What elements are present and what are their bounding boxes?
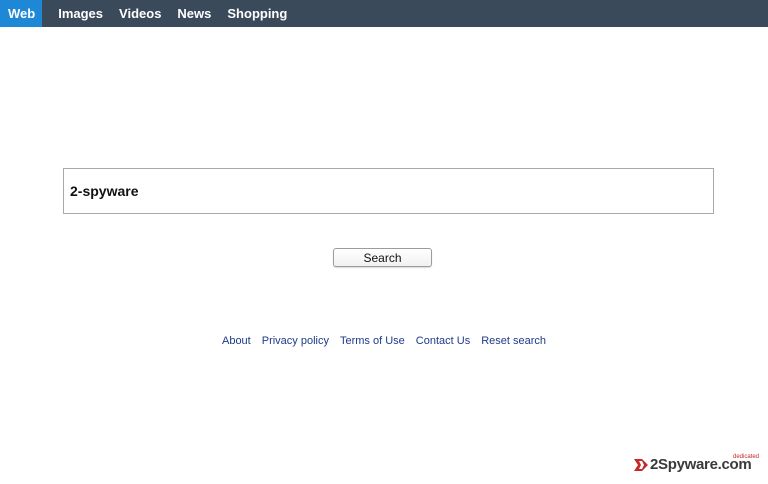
footer-links: About Privacy policy Terms of Use Contac… — [0, 335, 768, 347]
tab-videos[interactable]: Videos — [111, 0, 169, 27]
search-input[interactable]: 2-spyware — [63, 168, 714, 214]
footer-link-about[interactable]: About — [222, 335, 251, 347]
search-button[interactable]: Search — [333, 248, 432, 267]
spyware-logo-icon — [634, 459, 648, 471]
watermark-subtext: dedicated — [733, 454, 760, 460]
footer-link-contact-us[interactable]: Contact Us — [416, 335, 470, 347]
page: Web Images Videos News Shopping 2-spywar… — [0, 0, 768, 484]
footer-link-reset-search[interactable]: Reset search — [481, 335, 546, 347]
tab-web[interactable]: Web — [0, 0, 43, 27]
search-input-value: 2-spyware — [70, 183, 139, 199]
tab-news[interactable]: News — [169, 0, 219, 27]
tab-images[interactable]: Images — [50, 0, 111, 27]
footer-link-privacy-policy[interactable]: Privacy policy — [262, 335, 329, 347]
top-navbar: Web Images Videos News Shopping — [0, 0, 768, 27]
footer-link-terms-of-use[interactable]: Terms of Use — [340, 335, 405, 347]
tab-shopping[interactable]: Shopping — [219, 0, 295, 27]
